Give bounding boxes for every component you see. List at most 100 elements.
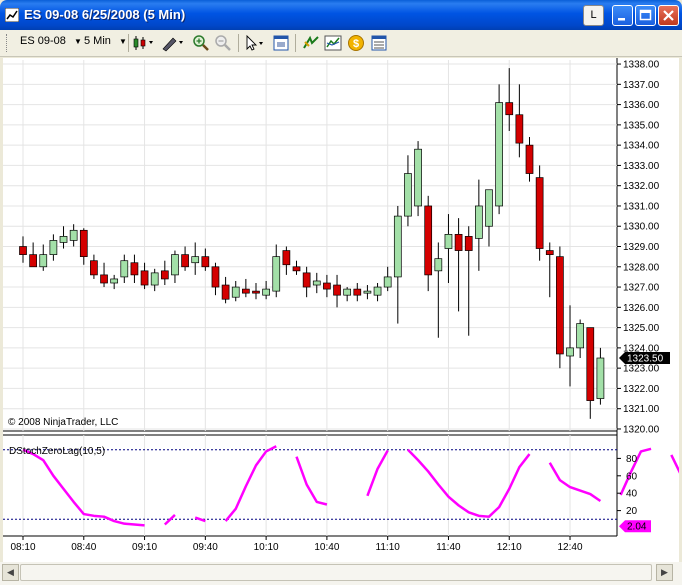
price-tick-label: 1334.00 <box>623 141 660 152</box>
candle-down <box>160 270 169 280</box>
candle-up <box>191 256 200 264</box>
horizontal-scrollbar[interactable]: ◀ ▶ <box>0 562 682 585</box>
maximize-icon <box>639 9 652 21</box>
zoom-in-icon[interactable] <box>192 34 210 52</box>
zoom-out-icon[interactable] <box>214 34 232 52</box>
chart-toolbar: ES 09-08 ▼ 5 Min ▼ $ <box>0 30 682 57</box>
candle-down <box>242 288 250 294</box>
price-tick-label: 1322.00 <box>623 384 660 395</box>
scroll-thumb[interactable] <box>20 564 652 581</box>
candle-down <box>181 254 189 268</box>
indicator-tick-label: 80 <box>626 454 638 465</box>
candle-up <box>171 254 179 276</box>
candle-down <box>515 114 524 144</box>
maximize-button[interactable] <box>635 5 656 26</box>
chart-canvas[interactable]: 1338.00 1337.00 1336.00 1335.00 1334.00 1333.… <box>3 58 679 562</box>
candle-up <box>485 189 493 227</box>
drawing-pen-icon[interactable] <box>160 34 186 52</box>
price-tick-label: 1333.00 <box>623 161 660 172</box>
pointer-cursor-icon[interactable] <box>243 34 267 52</box>
price-tick-label: 1327.00 <box>623 283 660 294</box>
price-tick-label: 1330.00 <box>623 222 660 233</box>
price-axis[interactable]: 1338.00 1337.00 1336.00 1335.00 1334.00 1333.… <box>617 60 670 436</box>
time-tick-label: 08:10 <box>10 542 35 553</box>
candle-up <box>404 173 412 217</box>
indicator-line-segment <box>548 462 602 503</box>
candle-up <box>596 357 605 399</box>
close-button[interactable] <box>658 5 679 26</box>
instrument-label: ES 09-08 <box>20 35 66 47</box>
indicator-tick-label: 20 <box>626 506 638 517</box>
minimize-button[interactable] <box>612 5 633 26</box>
candle-up <box>444 233 453 249</box>
candle-down <box>90 260 98 276</box>
indicator-line-segment <box>163 514 176 526</box>
candle-down <box>130 262 139 276</box>
copyright-label: © 2008 NinjaTrader, LLC <box>8 417 118 428</box>
time-tick-label: 08:40 <box>71 542 96 553</box>
indicator-line-segment <box>407 448 531 518</box>
candle-up <box>110 278 119 284</box>
candle-down <box>252 290 260 294</box>
candle-up <box>49 240 58 255</box>
candle-up <box>475 205 483 239</box>
chart-panel[interactable]: 1338.00 1337.00 1336.00 1335.00 1334.00 1333.… <box>3 58 679 585</box>
data-box-icon[interactable] <box>370 34 388 52</box>
time-tick-label: 10:10 <box>254 542 279 553</box>
candle-down <box>333 284 341 296</box>
candle-up <box>262 288 270 296</box>
time-tick-label: 09:10 <box>132 542 157 553</box>
candle-down <box>292 266 301 272</box>
candle-down <box>29 254 37 268</box>
indicator-line-segment <box>224 445 277 522</box>
indicator-line-segment <box>295 456 328 506</box>
time-tick-label: 12:40 <box>558 542 583 553</box>
price-tick-label: 1335.00 <box>623 120 660 131</box>
price-tick-label: 1320.00 <box>623 424 660 435</box>
indicator-line-segment <box>670 454 679 474</box>
price-tick-label: 1323.00 <box>623 364 660 375</box>
candle-up <box>363 290 372 294</box>
candle-up <box>150 272 159 286</box>
toolbar-grip[interactable] <box>6 34 10 52</box>
l-button[interactable]: L <box>583 5 604 26</box>
toolbar-separator <box>238 34 239 52</box>
title-bar[interactable]: ES 09-08 6/25/2008 (5 Min) L <box>0 0 682 30</box>
toolbar-separator <box>128 34 129 52</box>
time-tick-label: 12:10 <box>497 542 522 553</box>
time-axis[interactable]: 08:10 08:40 09:10 09:40 10:10 10:40 11:10 11:40… <box>10 536 583 553</box>
scroll-left-button[interactable]: ◀ <box>2 564 19 581</box>
candle-up <box>566 347 574 357</box>
candle-up <box>59 236 68 243</box>
indicator-tick-label: 60 <box>626 471 638 482</box>
candle-down <box>19 246 27 255</box>
price-tick-label: 1326.00 <box>623 303 660 314</box>
candle-down <box>556 256 564 355</box>
candle-up <box>120 260 129 278</box>
indicator-line-segment <box>366 449 389 497</box>
candlestick-style-icon[interactable] <box>132 34 156 52</box>
strategy-icon[interactable] <box>302 34 320 52</box>
interval-selector[interactable]: 5 Min ▼ <box>84 35 127 47</box>
candle-up <box>414 148 422 207</box>
candle-down <box>100 274 108 284</box>
currency-coin-icon[interactable]: $ <box>347 34 365 52</box>
candle-down <box>535 177 544 249</box>
scroll-right-button[interactable]: ▶ <box>656 564 673 581</box>
candle-down <box>140 270 149 286</box>
svg-text:$: $ <box>353 38 359 50</box>
price-candles <box>19 68 605 419</box>
price-tick-label: 1336.00 <box>623 100 660 111</box>
indicator-last-label: 2.04 <box>627 522 647 533</box>
time-tick-label: 11:40 <box>436 542 461 553</box>
properties-icon[interactable] <box>272 34 290 52</box>
instrument-selector[interactable]: ES 09-08 ▼ <box>20 35 82 47</box>
candle-up <box>231 286 240 298</box>
indicators-icon[interactable] <box>324 34 342 52</box>
last-price-label: 1323.50 <box>627 354 664 365</box>
indicator-tick-label: 40 <box>626 489 638 500</box>
grid-lines <box>3 58 618 537</box>
candle-down <box>525 144 534 174</box>
price-tick-label: 1328.00 <box>623 262 660 273</box>
price-tick-label: 1321.00 <box>623 404 660 415</box>
